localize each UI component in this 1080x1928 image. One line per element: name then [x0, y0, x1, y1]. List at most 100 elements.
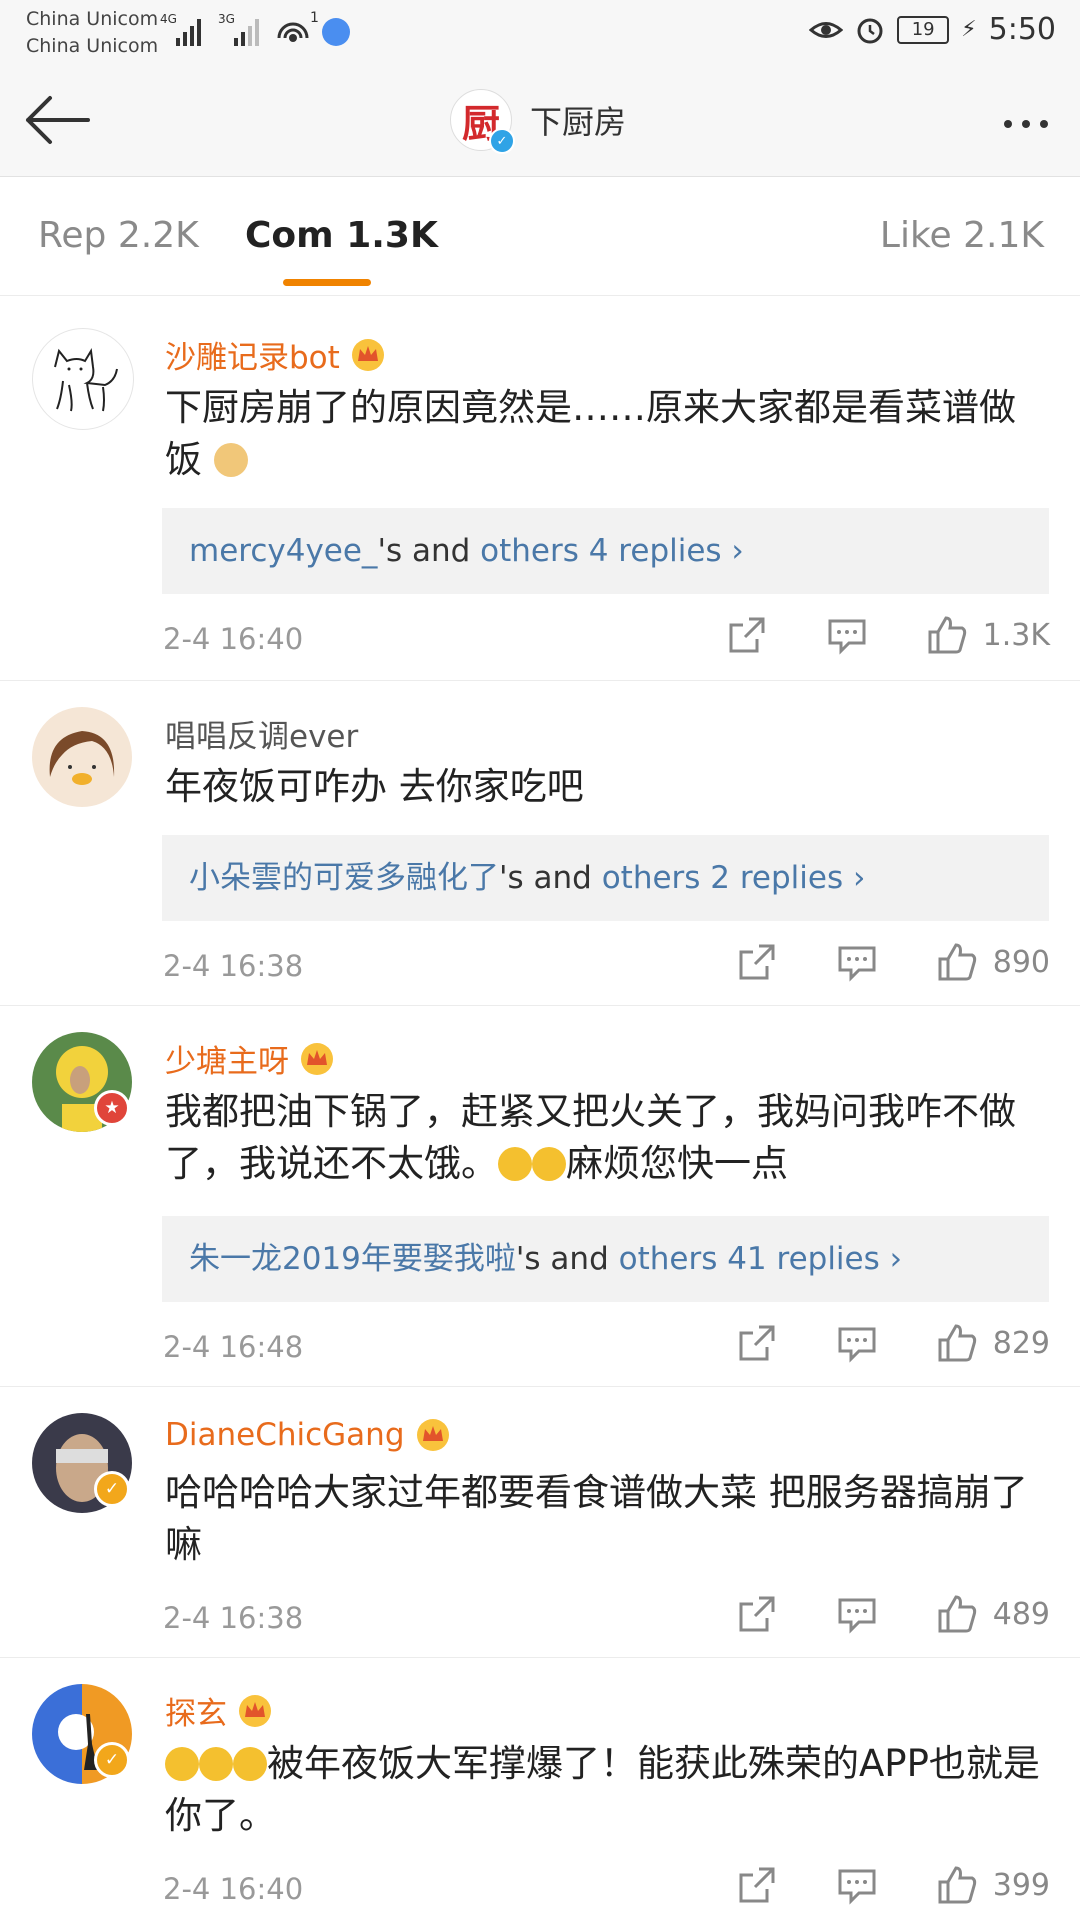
reply-button[interactable] [827, 1589, 887, 1639]
like-count: 829 [992, 1325, 1050, 1361]
comment-text-content-end: 麻烦您快一点 [566, 1142, 788, 1185]
reply-connector: 's and [377, 533, 481, 569]
tab-likes[interactable]: Like 2.1K [880, 215, 1044, 256]
chevron-right-icon: › [721, 533, 744, 569]
vip-crown-icon [351, 338, 384, 371]
comment-time: 2-4 16:38 [163, 949, 304, 983]
like-count: 1.3K [982, 617, 1050, 653]
hotspot-icon [277, 22, 309, 42]
username-text: DianeChicGang [165, 1417, 405, 1453]
comment-username[interactable]: 少塘主呀 [165, 1036, 335, 1081]
share-button[interactable] [727, 1318, 787, 1368]
like-button[interactable] [927, 1860, 987, 1910]
avatar[interactable] [32, 328, 134, 430]
comment-item: 唱唱反调ever 年夜饭可咋办 去你家吃吧 小朵雲的可爱多融化了's and o… [0, 681, 1080, 1006]
thumbs-up-icon [938, 1595, 976, 1633]
comment-text: 下厨房崩了的原因竟然是……原来大家都是看菜谱做饭 [165, 382, 1045, 486]
share-button[interactable] [727, 937, 787, 987]
username-text: 少塘主呀 [165, 1044, 289, 1080]
eye-comfort-icon [809, 21, 844, 38]
reply-button[interactable] [827, 937, 887, 987]
carrier-labels: China Unicom China Unicom [26, 6, 158, 60]
page-title: 下厨房 [530, 103, 627, 141]
reply-button[interactable] [817, 610, 877, 660]
hotspot-count: 1 [310, 10, 319, 26]
comment-actions: 489 [727, 1589, 1050, 1639]
comment-item: ✓ 探玄 被年夜饭大军撑爆了！能获此殊荣的APP也就是你了。 2-4 16:40… [0, 1658, 1080, 1928]
charging-icon: ⚡ [961, 17, 977, 42]
carrier-1: China Unicom [26, 8, 159, 30]
nav-bar: 厨 ✓ 下厨房 [0, 64, 1080, 177]
thumbs-up-icon [938, 943, 976, 981]
share-button[interactable] [717, 610, 777, 660]
share-button[interactable] [727, 1589, 787, 1639]
replies-preview[interactable]: 小朵雲的可爱多融化了's and others 2 replies › [162, 835, 1049, 921]
account-header[interactable]: 厨 ✓ 下厨房 [450, 89, 627, 154]
reply-first-user: 小朵雲的可爱多融化了 [189, 860, 499, 896]
network-type-2: 3G [218, 12, 235, 26]
reply-first-user: mercy4yee_ [189, 533, 378, 569]
comment-time: 2-4 16:40 [163, 622, 304, 656]
comment-text: 我都把油下锅了，赶紧又把火关了，我妈问我咋不做了，我说还不太饿。 麻烦您快一点 [165, 1086, 1045, 1190]
status-bar: China Unicom China Unicom 4G 3G 1 19 ⚡ 5… [0, 0, 1080, 64]
reply-connector: 's and [499, 860, 602, 896]
network-type-1: 4G [160, 12, 177, 26]
comment-username[interactable]: 沙雕记录bot [165, 332, 386, 377]
like-button[interactable] [917, 610, 977, 660]
comment-text: 被年夜饭大军撑爆了！能获此殊荣的APP也就是你了。 [165, 1738, 1045, 1842]
username-text: 唱唱反调ever [165, 719, 359, 755]
share-button[interactable] [727, 1860, 787, 1910]
avatar[interactable] [32, 707, 132, 807]
reply-count-link: others 2 replies [601, 860, 844, 896]
comment-text: 哈哈哈哈大家过年都要看食谱做大菜 把服务器搞崩了嘛 [165, 1471, 1028, 1566]
cat-sketch-icon [54, 348, 118, 412]
replies-preview[interactable]: 朱一龙2019年要娶我啦's and others 41 replies › [162, 1216, 1049, 1302]
laugh-cry-emoji-icon [165, 1747, 199, 1781]
account-logo[interactable]: 厨 ✓ [450, 89, 515, 154]
comment-text-content: 被年夜饭大军撑爆了！能获此殊荣的APP也就是你了。 [165, 1742, 1040, 1837]
comment-username[interactable]: 探玄 [165, 1688, 273, 1733]
share-icon [739, 1596, 775, 1632]
back-button[interactable] [22, 92, 94, 148]
comment-actions: 1.3K [717, 610, 1050, 660]
reply-button[interactable] [827, 1860, 887, 1910]
comment-icon [828, 619, 866, 655]
comment-icon [838, 1869, 876, 1905]
vip-crown-icon [416, 1419, 449, 1451]
tab-reposts[interactable]: Rep 2.2K [38, 215, 199, 256]
signal-2-icon [234, 12, 259, 46]
cartoon-girl-icon [49, 731, 115, 785]
clock: 5:50 [988, 12, 1056, 47]
thumbs-up-icon [938, 1324, 976, 1362]
more-options-button[interactable] [994, 104, 1058, 144]
comment-list: 沙雕记录bot 下厨房崩了的原因竟然是……原来大家都是看菜谱做饭 mercy4y… [0, 302, 1080, 1928]
comment-item: 沙雕记录bot 下厨房崩了的原因竟然是……原来大家都是看菜谱做饭 mercy4y… [0, 302, 1080, 681]
comment-icon [838, 946, 876, 982]
like-button[interactable] [927, 1318, 987, 1368]
verified-badge-icon: ✓ [94, 1742, 130, 1778]
like-button[interactable] [927, 937, 987, 987]
vip-crown-icon [239, 1694, 271, 1727]
back-arrow-icon [26, 96, 90, 144]
replies-preview[interactable]: mercy4yee_'s and others 4 replies › [162, 508, 1049, 594]
alarm-icon [857, 18, 883, 43]
laugh-cry-emoji-icon [199, 1747, 233, 1781]
vip-crown-icon [301, 1042, 333, 1075]
notification-app-icon [322, 18, 350, 46]
verified-badge-icon: ✓ [489, 128, 515, 154]
comment-icon [838, 1327, 876, 1363]
signal-1-icon [176, 12, 201, 46]
comment-username[interactable]: DianeChicGang [165, 1417, 451, 1453]
reply-count-link: others 41 replies [618, 1241, 880, 1277]
like-count: 890 [992, 944, 1050, 980]
like-button[interactable] [927, 1589, 987, 1639]
comment-username[interactable]: 唱唱反调ever [165, 711, 358, 756]
share-icon [739, 944, 775, 980]
active-tab-indicator [283, 279, 371, 286]
comment-time: 2-4 16:48 [163, 1330, 304, 1364]
username-text: 沙雕记录bot [165, 340, 340, 376]
like-count: 399 [992, 1867, 1050, 1903]
comment-item: ★ 少塘主呀 我都把油下锅了，赶紧又把火关了，我妈问我咋不做了，我说还不太饿。麻… [0, 1006, 1080, 1387]
tab-comments[interactable]: Com 1.3K [245, 215, 438, 256]
reply-button[interactable] [827, 1318, 887, 1368]
